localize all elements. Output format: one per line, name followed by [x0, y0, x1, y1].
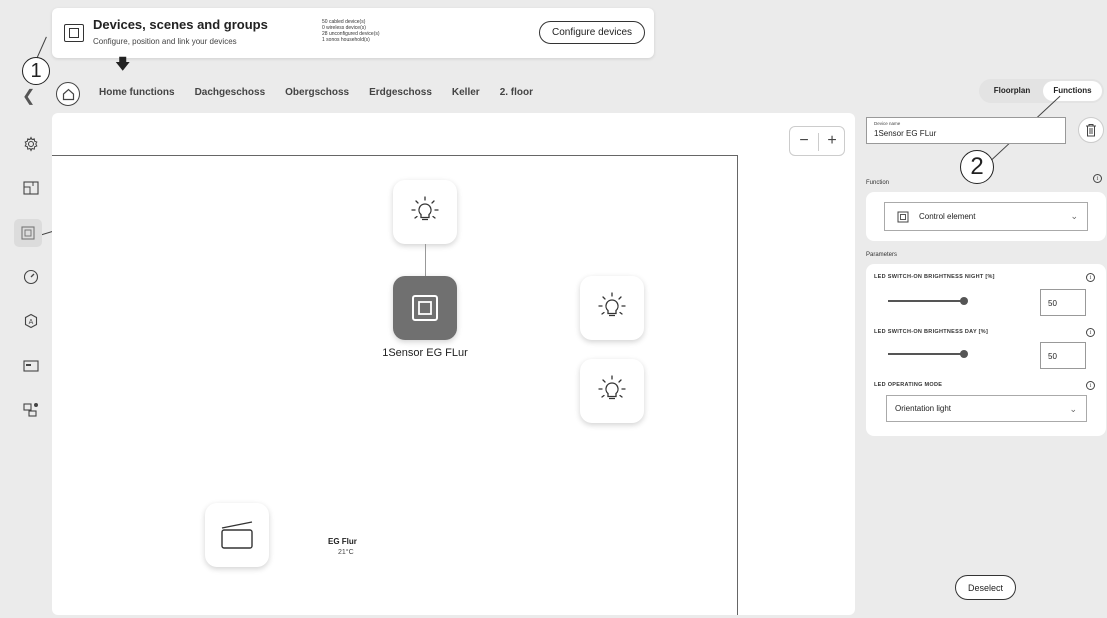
info-icon[interactable]: i: [1086, 273, 1095, 282]
tab-keller[interactable]: Keller: [452, 87, 480, 98]
day-brightness-slider[interactable]: [888, 350, 968, 358]
zoom-control: − +: [789, 126, 845, 156]
zoom-divider: [818, 133, 819, 151]
light-bulb-icon: [598, 375, 626, 400]
device-name-label: Device name: [874, 121, 901, 126]
zoom-in-button[interactable]: +: [820, 132, 844, 150]
display-icon[interactable]: [19, 354, 43, 378]
info-icon[interactable]: i: [1086, 328, 1095, 337]
night-brightness-slider[interactable]: [888, 297, 968, 305]
device-name-field[interactable]: Device name 1Sensor EG FLur: [866, 117, 1066, 144]
home-button[interactable]: [56, 82, 80, 106]
chevron-down-icon: ⌄: [1070, 211, 1078, 221]
control-element-icon: [897, 211, 909, 223]
callout-two: 2: [960, 150, 994, 184]
function-value: Control element: [919, 212, 976, 221]
room-name: EG Flur: [328, 537, 357, 546]
device-counts: 50 cabled device(s) 0 wireless device(s)…: [322, 19, 380, 43]
function-label: Function: [866, 180, 890, 186]
device-icon: [64, 24, 84, 42]
room-temperature: 21°C: [338, 549, 354, 556]
trash-icon: [1086, 124, 1096, 137]
light-bulb-icon: [411, 196, 439, 221]
gear-icon[interactable]: [19, 132, 43, 156]
toggle-functions[interactable]: Functions: [1043, 81, 1102, 101]
light-tile-right-1[interactable]: [580, 276, 644, 340]
view-toggle: Floorplan Functions: [979, 79, 1104, 103]
operating-mode-select[interactable]: Orientation light ⌄: [886, 395, 1087, 422]
device-icon[interactable]: [14, 219, 42, 247]
floorplan-icon[interactable]: [19, 176, 43, 200]
parameters-label: Parameters: [866, 252, 898, 258]
sensor-label: 1Sensor EG FLur: [382, 347, 468, 359]
night-brightness-label: LED SWITCH-ON BRIGHTNESS NIGHT [%]: [874, 274, 995, 280]
light-tile-top[interactable]: [393, 180, 457, 244]
tab-obergschoss[interactable]: Obergschoss: [285, 87, 349, 98]
night-brightness-input[interactable]: 50: [1040, 289, 1086, 316]
day-brightness-knob[interactable]: [960, 350, 968, 358]
count-sonos: 1 sonos household(s): [322, 37, 370, 43]
zoom-out-button[interactable]: −: [792, 132, 816, 150]
night-brightness-knob[interactable]: [960, 297, 968, 305]
device-link-line: [425, 244, 426, 276]
toggle-floorplan[interactable]: Floorplan: [981, 81, 1043, 101]
svg-text:A: A: [29, 319, 34, 326]
back-chevron-icon[interactable]: ❮: [22, 86, 35, 106]
tab-dachgeschoss[interactable]: Dachgeschoss: [195, 87, 266, 98]
network-icon[interactable]: [19, 398, 43, 422]
delete-button[interactable]: [1078, 117, 1104, 143]
tab-2-floor[interactable]: 2. floor: [500, 87, 533, 98]
card-subtitle: Configure, position and link your device…: [93, 37, 237, 46]
callout-one-top: 1: [22, 57, 50, 85]
parameters-card: LED SWITCH-ON BRIGHTNESS NIGHT [%] i 50 …: [866, 264, 1106, 436]
function-card: Control element ⌄: [866, 192, 1106, 241]
deselect-button[interactable]: Deselect: [955, 575, 1016, 600]
devices-info-card: Devices, scenes and groups Configure, po…: [52, 8, 654, 58]
configure-devices-button[interactable]: Configure devices: [539, 21, 645, 44]
automation-icon[interactable]: A: [19, 309, 43, 333]
blind-icon: [221, 521, 253, 549]
tab-erdgeschoss[interactable]: Erdgeschoss: [369, 87, 432, 98]
tab-home-functions[interactable]: Home functions: [99, 87, 175, 98]
function-select[interactable]: Control element ⌄: [884, 202, 1088, 231]
shading-tile[interactable]: [205, 503, 269, 567]
operating-mode-value: Orientation light: [895, 404, 952, 413]
floor-tabs: Home functions Dachgeschoss Obergschoss …: [99, 87, 533, 98]
device-name-value: 1Sensor EG FLur: [874, 129, 937, 138]
light-tile-right-2[interactable]: [580, 359, 644, 423]
info-icon[interactable]: i: [1093, 174, 1102, 183]
light-bulb-icon: [598, 292, 626, 317]
home-icon: [62, 88, 75, 101]
operating-mode-label: LED OPERATING MODE: [874, 382, 943, 388]
info-icon[interactable]: i: [1086, 381, 1095, 390]
chevron-down-icon: ⌄: [1069, 404, 1077, 414]
selected-sensor-tile[interactable]: [393, 276, 457, 340]
gauge-icon[interactable]: [19, 265, 43, 289]
down-arrow-icon: 🡇: [115, 56, 131, 73]
card-title: Devices, scenes and groups: [93, 17, 268, 32]
day-brightness-input[interactable]: 50: [1040, 342, 1086, 369]
control-element-icon: [412, 295, 438, 321]
day-brightness-label: LED SWITCH-ON BRIGHTNESS DAY [%]: [874, 329, 989, 335]
